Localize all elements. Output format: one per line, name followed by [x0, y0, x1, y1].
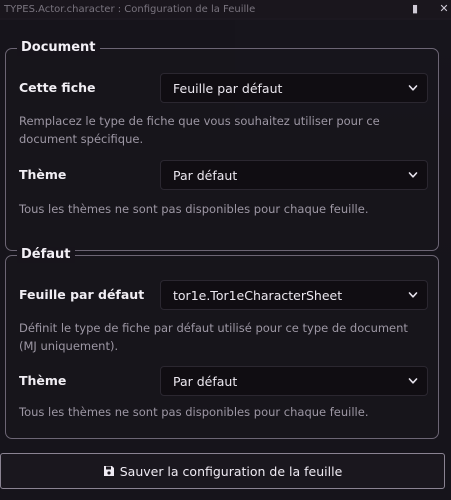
window-title: TYPES.Actor.character : Configuration de… — [4, 3, 256, 15]
document-theme-hint: Tous les thèmes ne sont pas disponibles … — [19, 202, 369, 216]
default-sheet-value: tor1e.Tor1eCharacterSheet — [173, 288, 343, 303]
default-legend: Défaut — [17, 247, 75, 263]
document-sheet-row: Cette fiche Feuille par défaut — [19, 73, 429, 103]
chevron-down-icon — [408, 292, 418, 298]
default-sheet-select[interactable]: tor1e.Tor1eCharacterSheet — [160, 280, 428, 310]
default-sheet-hint: Définit le type de fiche par défaut util… — [19, 321, 408, 353]
default-theme-hint: Tous les thèmes ne sont pas disponibles … — [19, 405, 369, 419]
document-theme-value: Par défaut — [173, 168, 238, 183]
chevron-down-icon — [408, 85, 418, 91]
default-theme-select[interactable]: Par défaut — [160, 366, 428, 396]
default-group: Défaut Feuille par défaut tor1e.Tor1eCha… — [5, 247, 439, 439]
sheet-config-window: TYPES.Actor.character : Configuration de… — [0, 0, 451, 500]
document-sheet-value: Feuille par défaut — [173, 81, 283, 96]
sheet-config-form: Document Cette fiche Feuille par défaut … — [0, 20, 451, 500]
save-button-label: Sauver la configuration de la feuille — [119, 463, 343, 479]
chevron-down-icon — [408, 378, 418, 384]
window-icon[interactable]: ▮ — [409, 2, 421, 15]
document-sheet-select[interactable]: Feuille par défaut — [160, 73, 428, 103]
save-icon — [103, 466, 114, 476]
default-theme-row: Thème Par défaut — [19, 366, 429, 396]
document-theme-row: Thème Par défaut — [19, 160, 429, 190]
save-configuration-button[interactable]: Sauver la configuration de la feuille — [0, 453, 445, 489]
document-sheet-label: Cette fiche — [19, 80, 96, 95]
default-sheet-row: Feuille par défaut tor1e.Tor1eCharacterS… — [19, 280, 429, 310]
chevron-down-icon — [408, 172, 418, 178]
window-titlebar[interactable]: TYPES.Actor.character : Configuration de… — [0, 0, 451, 18]
default-theme-value: Par défaut — [173, 374, 238, 389]
close-icon[interactable]: ✕ — [438, 2, 450, 15]
document-group: Document Cette fiche Feuille par défaut … — [5, 40, 439, 251]
document-sheet-hint: Remplacez le type de fiche que vous souh… — [19, 114, 380, 146]
default-theme-label: Thème — [19, 373, 67, 388]
document-legend: Document — [17, 40, 100, 56]
default-sheet-label: Feuille par défaut — [19, 287, 145, 302]
document-theme-select[interactable]: Par défaut — [160, 160, 428, 190]
document-theme-label: Thème — [19, 167, 67, 182]
